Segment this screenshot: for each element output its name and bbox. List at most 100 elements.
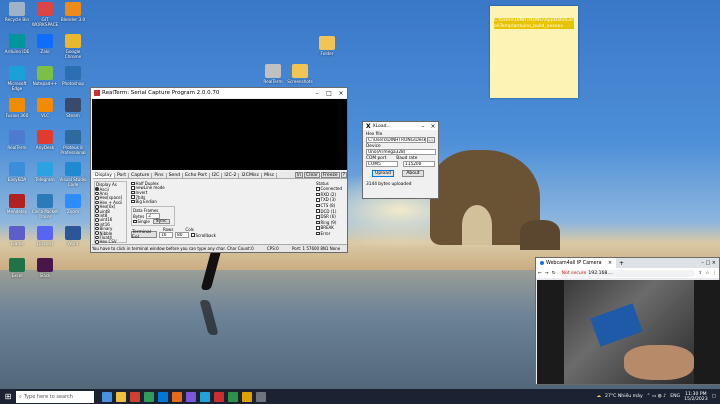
terminal-output[interactable] (92, 99, 347, 170)
desktop-icon[interactable]: Word (58, 226, 88, 246)
browser-tab[interactable]: Webcam4all IP Camera × (536, 258, 616, 268)
desktop-icon[interactable]: Teams (2, 226, 32, 246)
desktop-icon[interactable]: Photoshop (58, 66, 88, 86)
weather-text[interactable]: 27°C Nhiều mây (605, 394, 643, 399)
taskbar-search-box[interactable]: ⌕ Type here to search (16, 390, 94, 403)
taskbar-app-icon[interactable] (242, 391, 252, 402)
menu-icon[interactable]: ⋮ (712, 271, 717, 276)
terminal-action-button[interactable]: ? (340, 172, 347, 178)
taskbar-app-icon[interactable] (172, 391, 182, 402)
tab-send[interactable]: Send (167, 172, 184, 178)
desktop-icon[interactable]: Notepad++ (30, 66, 60, 86)
xloader-titlebar[interactable]: X XLoad... – × (363, 122, 438, 130)
tab-misc[interactable]: Misc (262, 172, 278, 178)
hex-file-field[interactable]: C:\Users\DINHTRONG\Deskt (366, 137, 426, 143)
realterm-titlebar[interactable]: RealTerm: Serial Capture Program 2.0.0.7… (91, 88, 347, 98)
terminal-eol-button[interactable]: Terminal Eol (131, 230, 157, 240)
desktop-icon[interactable]: Mendeley (2, 194, 32, 214)
device-select[interactable]: Uno(ATmega328) (366, 149, 436, 155)
browse-button[interactable]: ... (427, 137, 435, 143)
taskbar-app-icon[interactable] (116, 391, 126, 402)
tab-capture[interactable]: Capture (129, 172, 153, 178)
language-indicator[interactable]: ENG (670, 394, 680, 399)
share-icon[interactable]: ⇪ (698, 271, 702, 276)
rows-field[interactable]: 16 (159, 232, 173, 238)
minimize-button[interactable]: – (311, 90, 323, 97)
desktop-icon[interactable]: Zalo (30, 34, 60, 54)
cols-field[interactable]: 80 (175, 232, 189, 238)
sticky-note-text[interactable]: C:\Users\DINHTRONG\AppData\Local\Temp\ar… (494, 18, 574, 29)
desktop-icon[interactable]: Slack (30, 258, 60, 278)
desktop-icon[interactable]: Arduino IDE (2, 34, 32, 54)
xloader-close-button[interactable]: × (428, 123, 438, 130)
xloader-minimize-button[interactable]: – (418, 123, 428, 130)
forward-icon[interactable]: → (545, 271, 549, 276)
window-controls[interactable]: – □ × (701, 260, 719, 266)
taskbar-app-icon[interactable] (158, 391, 168, 402)
terminal-action-button[interactable]: \n (294, 172, 304, 178)
about-button[interactable]: About (402, 170, 424, 177)
desktop-icon[interactable]: Fusion 360 (2, 98, 32, 118)
taskbar-app-icon[interactable] (228, 391, 238, 402)
tab-echo-port[interactable]: Echo Port (183, 172, 210, 178)
desktop-icon[interactable]: Google Chrome (58, 34, 88, 59)
desktop-icon[interactable]: Discord (30, 226, 60, 246)
desktop-icon[interactable]: Visual Studio Code (58, 162, 88, 187)
address-bar[interactable]: Not secure 192.168.... (558, 269, 696, 277)
maximize-button[interactable]: □ (323, 90, 335, 97)
desktop-icon[interactable]: Excel (2, 258, 32, 278)
desktop-icon-label: Folder (320, 51, 334, 56)
taskbar-app-icon[interactable] (214, 391, 224, 402)
weather-icon[interactable]: ☁ (596, 394, 601, 399)
desktop-icon[interactable]: Recycle Bin (2, 2, 32, 22)
back-icon[interactable]: ← (538, 271, 542, 276)
tab-port[interactable]: Port (115, 172, 130, 178)
scrollback-checkbox[interactable]: Scrollback (191, 233, 216, 238)
desktop-icon[interactable]: Steam (58, 98, 88, 118)
close-button[interactable]: × (335, 90, 347, 97)
taskbar-app-icon[interactable] (186, 391, 196, 402)
baud-rate-field[interactable]: 115200 (403, 161, 435, 167)
taskbar-app-icon[interactable] (130, 391, 140, 402)
star-icon[interactable]: ☆ (705, 271, 709, 276)
notification-icon[interactable]: ▢ (712, 394, 716, 399)
desktop-icon[interactable]: Blender 3.0 (58, 2, 88, 22)
desktop-icon[interactable]: AnyDesk (30, 130, 60, 150)
sync-button[interactable]: Sync (152, 219, 170, 224)
desktop-icon[interactable]: Proteus 8 Professional (58, 130, 88, 155)
tab-display[interactable]: Display (93, 172, 115, 178)
taskbar-app-icon[interactable] (144, 391, 154, 402)
taskbar-app-icon[interactable] (200, 391, 210, 402)
clock[interactable]: 11:30 PM 15/2/2023 (684, 392, 708, 402)
com-port-select[interactable]: COM5 (366, 161, 398, 167)
reload-icon[interactable]: ↻ (552, 271, 556, 276)
tab-i2cmisc[interactable]: I2CMisc (239, 172, 263, 178)
desktop-icon[interactable]: Screenshots (285, 64, 315, 84)
tab-i2c[interactable]: I2C (210, 172, 223, 178)
taskbar-app-icon[interactable] (102, 391, 112, 402)
terminal-action-button[interactable]: Freeze (320, 172, 340, 178)
sticky-note[interactable]: C:\Users\DINHTRONG\AppData\Local\Temp\ar… (490, 6, 578, 98)
desktop-icon[interactable]: RealTerm (258, 64, 288, 84)
tab-close-icon[interactable]: × (608, 261, 612, 266)
upload-button[interactable]: Upload (372, 170, 394, 177)
new-tab-icon[interactable]: + (619, 260, 624, 267)
desktop-icon[interactable]: Cisco Packet Tracer (30, 194, 60, 219)
desktop-icon[interactable]: Telegram (30, 162, 60, 182)
desktop-icon[interactable]: EasyEDA (2, 162, 32, 182)
tab-i2c-2[interactable]: I2C-2 (222, 172, 240, 178)
tab-pins[interactable]: Pins (152, 172, 167, 178)
desktop-icon[interactable]: Folder (312, 36, 342, 56)
single-checkbox[interactable]: Single (133, 219, 150, 224)
taskbar-app-icon[interactable] (256, 391, 266, 402)
desktop-icon[interactable]: Microsoft Edge (2, 66, 32, 91)
display-option-checkbox[interactable]: Big Endian (131, 199, 171, 204)
tray-icons[interactable]: ⌃ ▭ ◍ ♪ (647, 394, 667, 399)
desktop-icon-label: Excel (11, 273, 23, 278)
desktop-icon[interactable]: RealTerm (2, 130, 32, 150)
terminal-action-button[interactable]: Clear (304, 172, 320, 178)
desktop-icon[interactable]: Zoom (58, 194, 88, 214)
desktop-icon[interactable]: VLC (30, 98, 60, 118)
windows-start-icon[interactable]: ⊞ (0, 392, 16, 401)
desktop-icon[interactable]: GIT WORKSPACE (30, 2, 60, 27)
